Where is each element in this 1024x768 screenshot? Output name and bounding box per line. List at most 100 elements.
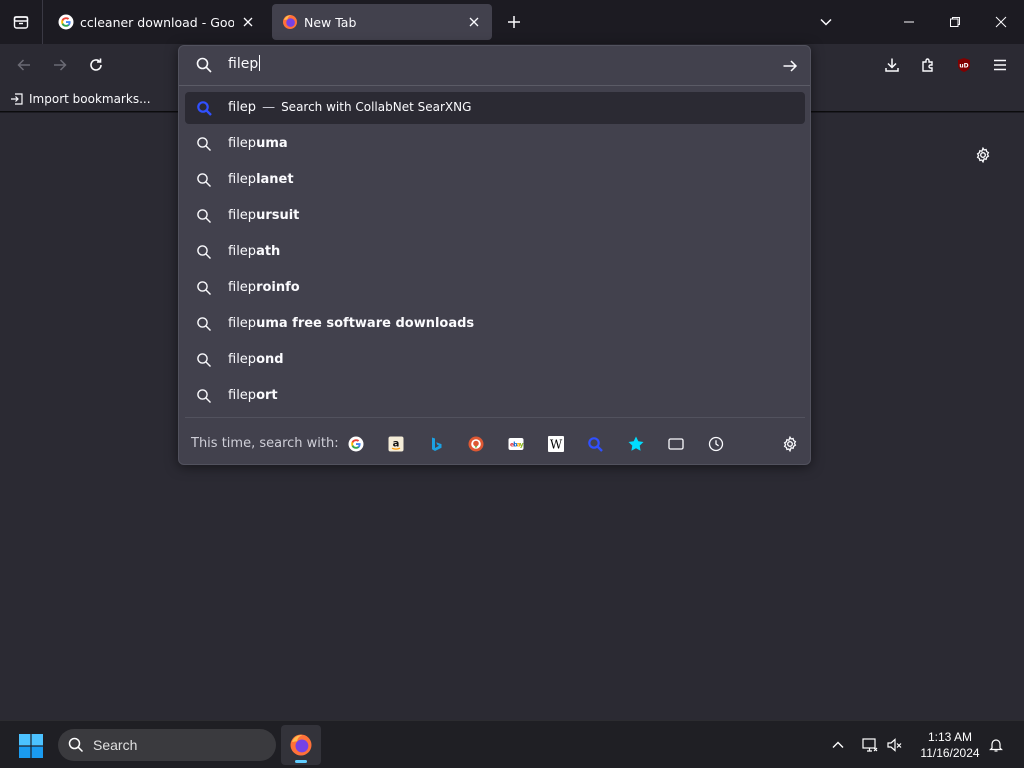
firefox-view-button[interactable]: [0, 0, 42, 44]
searxng-icon: [588, 437, 603, 452]
suggestion-row[interactable]: fileproinfo: [185, 272, 805, 304]
import-bookmarks-button[interactable]: Import bookmarks...: [10, 90, 151, 108]
start-button[interactable]: [18, 733, 44, 759]
new-tab-button[interactable]: [502, 10, 526, 34]
import-icon: [11, 93, 23, 105]
network-status-button[interactable]: [860, 735, 880, 755]
show-hidden-icons-button[interactable]: [828, 735, 848, 755]
chevron-down-icon: [820, 18, 832, 26]
search-icon: [196, 316, 212, 336]
customize-new-tab-button[interactable]: [972, 144, 994, 166]
ebay-icon: e b ay: [508, 438, 524, 450]
tab-new-tab[interactable]: New Tab: [272, 4, 492, 40]
app-menu-button[interactable]: [986, 51, 1014, 79]
one-off-google[interactable]: [343, 431, 369, 457]
urlbar-input[interactable]: filep: [228, 55, 261, 72]
suggestion-row[interactable]: fileport: [185, 380, 805, 412]
search-settings-button[interactable]: [777, 431, 803, 457]
tab-title: New Tab: [304, 14, 357, 30]
reload-button[interactable]: [82, 51, 110, 79]
one-off-tabs[interactable]: [663, 431, 689, 457]
close-window-button[interactable]: [985, 6, 1017, 38]
suggestion-suffix: uma: [256, 136, 288, 151]
heuristic-action: Search with CollabNet SearXNG: [281, 100, 472, 114]
suggestion-suffix: ond: [256, 352, 284, 367]
bing-icon: [432, 437, 442, 451]
tab-title: ccleaner download - Google Search: [80, 14, 234, 30]
forward-arrow-icon: [54, 59, 67, 71]
extensions-button[interactable]: [914, 51, 942, 79]
back-arrow-icon: [17, 59, 30, 71]
taskbar-firefox-app[interactable]: [281, 725, 321, 765]
windows-logo-icon: [19, 734, 43, 758]
suggestion-prefix: filep: [228, 172, 257, 187]
clock-icon: [708, 436, 724, 452]
gear-icon: [976, 147, 990, 163]
svg-text:W: W: [550, 438, 563, 452]
restore-icon: [950, 17, 960, 27]
text-caret: [259, 55, 261, 71]
forward-button[interactable]: [46, 51, 74, 79]
suggestion-prefix: filep: [228, 136, 257, 151]
tab-strip: ccleaner download - Google Search New Ta…: [0, 0, 1024, 44]
tab-close-button[interactable]: [466, 14, 482, 30]
wikipedia-icon: W: [548, 436, 564, 452]
one-off-searxng[interactable]: [583, 431, 609, 457]
minimize-button[interactable]: [893, 6, 925, 38]
suggestion-row[interactable]: fileplanet: [185, 164, 805, 196]
downloads-button[interactable]: [878, 51, 906, 79]
search-icon: [196, 244, 212, 264]
urlbar-typed-text: filep: [228, 56, 259, 72]
close-icon: [995, 16, 1007, 28]
one-off-divider: [185, 417, 805, 418]
svg-text:y: y: [520, 442, 524, 449]
suggestion-suffix: uma free software downloads: [256, 316, 475, 331]
suggestion-suffix: lanet: [256, 172, 294, 187]
plus-icon: [508, 16, 520, 28]
close-icon: [469, 17, 479, 27]
one-off-bing[interactable]: [423, 431, 449, 457]
suggestion-suffix: ursuit: [256, 208, 300, 223]
list-all-tabs-button[interactable]: [814, 10, 838, 34]
clock-time: 1:13 AM: [927, 730, 973, 744]
restore-button[interactable]: [939, 6, 971, 38]
arrow-right-icon: [783, 60, 798, 72]
download-icon: [885, 58, 899, 72]
google-icon: [58, 14, 74, 30]
hamburger-menu-icon: [994, 59, 1006, 71]
suggestion-prefix: filep: [228, 388, 257, 403]
one-off-amazon[interactable]: a: [383, 431, 409, 457]
amazon-icon: a: [388, 436, 404, 452]
taskbar-clock[interactable]: 1:13 AM 11/16/2024: [916, 729, 984, 761]
one-off-history[interactable]: [703, 431, 729, 457]
puzzle-icon: [922, 58, 933, 72]
suggestion-row[interactable]: filepond: [185, 344, 805, 376]
search-icon: [196, 388, 212, 408]
back-button[interactable]: [10, 51, 38, 79]
close-icon: [243, 17, 253, 27]
tab-close-button[interactable]: [240, 14, 256, 30]
go-button[interactable]: [779, 55, 801, 77]
suggestion-suffix: ort: [256, 388, 278, 403]
tab-google-search[interactable]: ccleaner download - Google Search: [48, 4, 266, 40]
taskbar-search-box[interactable]: Search: [58, 729, 276, 761]
urlbar-popup: filep filep — Search with CollabNet SearXN…: [178, 45, 811, 465]
one-off-ebay[interactable]: ebay: [503, 431, 529, 457]
urlbar-input-row: filep: [179, 46, 810, 84]
ublock-origin-button[interactable]: uD: [950, 51, 978, 79]
search-icon: [196, 136, 212, 156]
one-off-duckduckgo[interactable]: [463, 431, 489, 457]
notifications-button[interactable]: [986, 735, 1006, 755]
suggestion-row[interactable]: filepuma free software downloads: [185, 308, 805, 340]
one-off-bookmarks[interactable]: [623, 431, 649, 457]
duckduckgo-icon: [468, 436, 484, 452]
volume-button[interactable]: [885, 735, 905, 755]
suggestion-prefix: filep: [228, 280, 257, 295]
suggestion-row[interactable]: filepath: [185, 236, 805, 268]
one-off-wikipedia[interactable]: W: [543, 431, 569, 457]
suggestion-row[interactable]: filepuma: [185, 128, 805, 160]
suggestion-row[interactable]: filepursuit: [185, 200, 805, 232]
firefox-icon: [290, 734, 312, 756]
heuristic-query: filep: [228, 100, 257, 115]
heuristic-search-row[interactable]: filep — Search with CollabNet SearXNG: [185, 92, 805, 124]
